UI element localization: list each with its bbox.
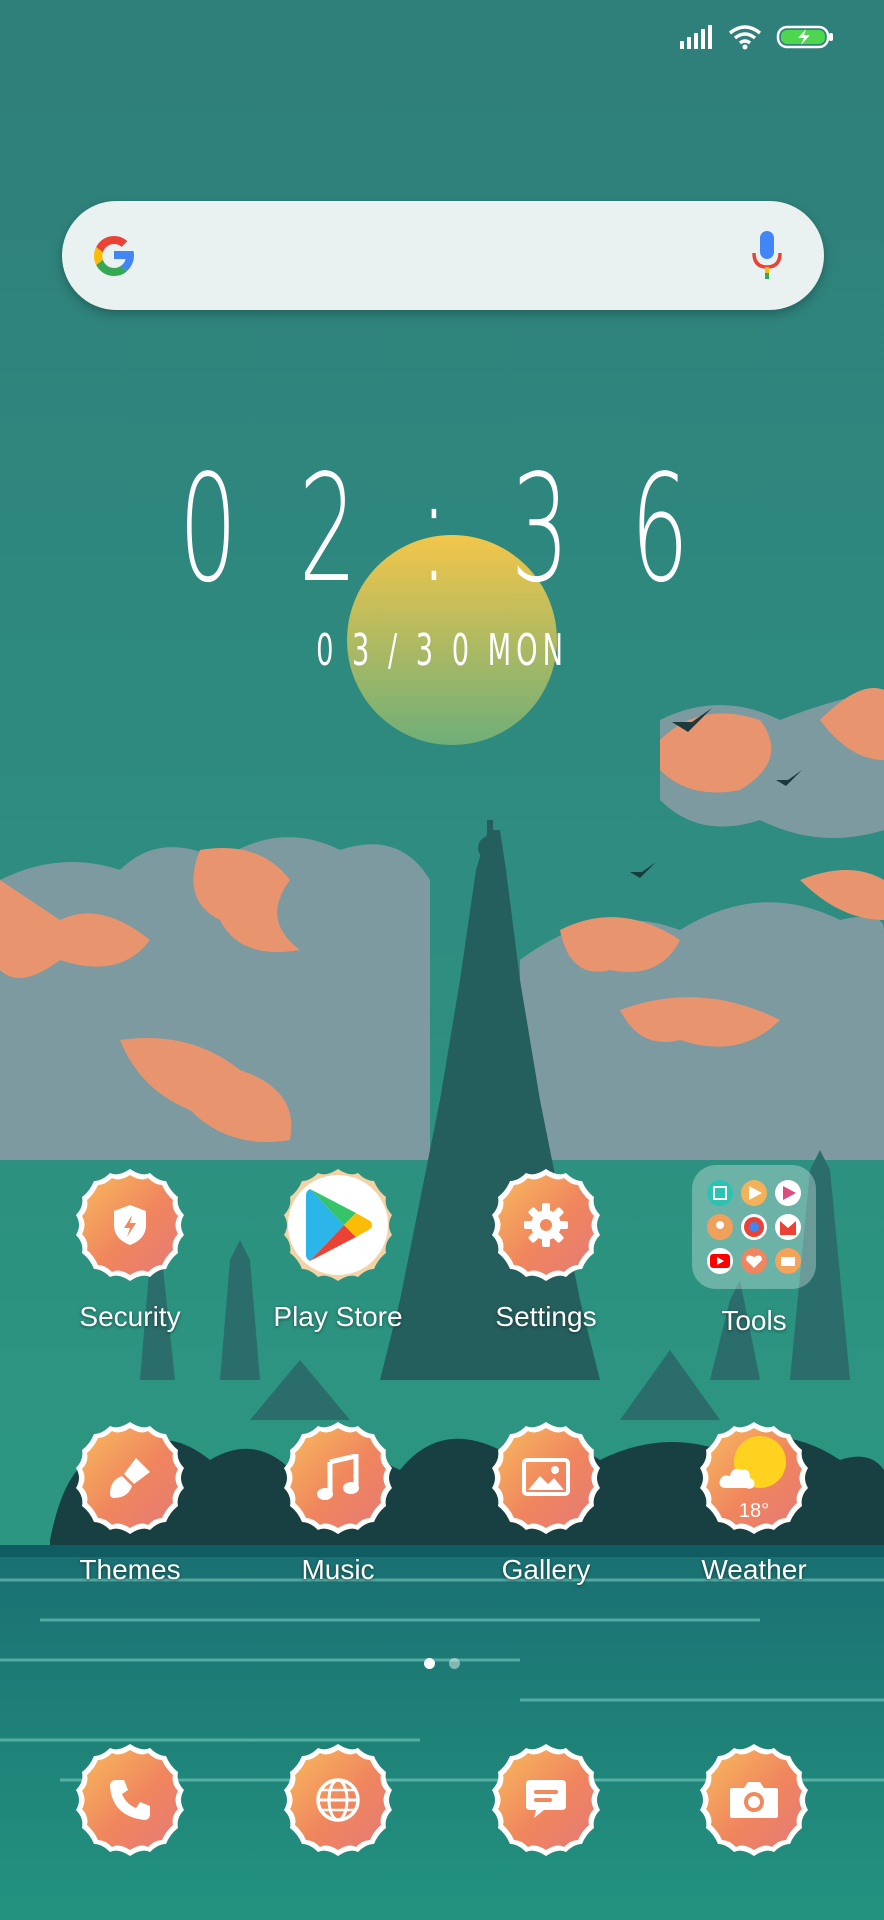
sun-cloud-icon bbox=[719, 1436, 786, 1489]
app-weather[interactable]: 18° Weather bbox=[669, 1418, 839, 1586]
shield-icon bbox=[114, 1205, 146, 1245]
phone-icon bbox=[110, 1780, 150, 1820]
weather-temp: 18° bbox=[738, 1500, 770, 1522]
app-label: Weather bbox=[701, 1554, 807, 1585]
app-label: Security bbox=[79, 1301, 181, 1332]
wifi-icon bbox=[728, 25, 762, 50]
app-gallery[interactable]: Gallery bbox=[461, 1418, 631, 1586]
brush-icon bbox=[110, 1458, 150, 1498]
folder-icon bbox=[692, 1165, 816, 1289]
page-indicator[interactable] bbox=[0, 1658, 884, 1669]
app-security[interactable]: Security bbox=[45, 1165, 215, 1333]
clock-date[interactable]: 0 3 / 3 0 MON bbox=[168, 625, 716, 676]
message-icon bbox=[526, 1780, 566, 1818]
battery-charging-icon bbox=[776, 25, 833, 49]
app-themes[interactable]: Themes bbox=[45, 1418, 215, 1586]
app-settings[interactable]: Settings bbox=[461, 1165, 631, 1333]
status-bar bbox=[680, 24, 834, 50]
app-label: Play Store bbox=[273, 1301, 403, 1332]
image-icon bbox=[522, 1458, 570, 1496]
app-label: Music bbox=[301, 1554, 375, 1585]
globe-icon bbox=[316, 1778, 360, 1822]
dock-camera[interactable] bbox=[669, 1740, 839, 1860]
signal-icon bbox=[680, 25, 712, 49]
page-dot-active[interactable] bbox=[424, 1658, 435, 1669]
dock-messages[interactable] bbox=[461, 1740, 631, 1860]
camera-icon bbox=[730, 1782, 778, 1818]
dock-phone[interactable] bbox=[45, 1740, 215, 1860]
microphone-icon[interactable] bbox=[750, 231, 784, 279]
app-label: Settings bbox=[495, 1301, 597, 1332]
app-label: Gallery bbox=[501, 1554, 591, 1585]
play-store-icon bbox=[284, 1169, 392, 1281]
folder-tools[interactable]: Tools bbox=[669, 1165, 839, 1337]
gear-icon bbox=[524, 1203, 568, 1247]
google-search-bar[interactable] bbox=[62, 201, 824, 310]
google-logo-icon bbox=[94, 236, 134, 276]
app-label: Themes bbox=[79, 1554, 181, 1585]
clock-time[interactable]: 0 2 : 3 6 bbox=[168, 455, 716, 603]
app-play-store[interactable]: Play Store bbox=[253, 1165, 423, 1333]
app-label: Tools bbox=[721, 1305, 787, 1336]
music-note-icon bbox=[317, 1454, 359, 1500]
app-music[interactable]: Music bbox=[253, 1418, 423, 1586]
page-dot[interactable] bbox=[449, 1658, 460, 1669]
dock-browser[interactable] bbox=[253, 1740, 423, 1860]
